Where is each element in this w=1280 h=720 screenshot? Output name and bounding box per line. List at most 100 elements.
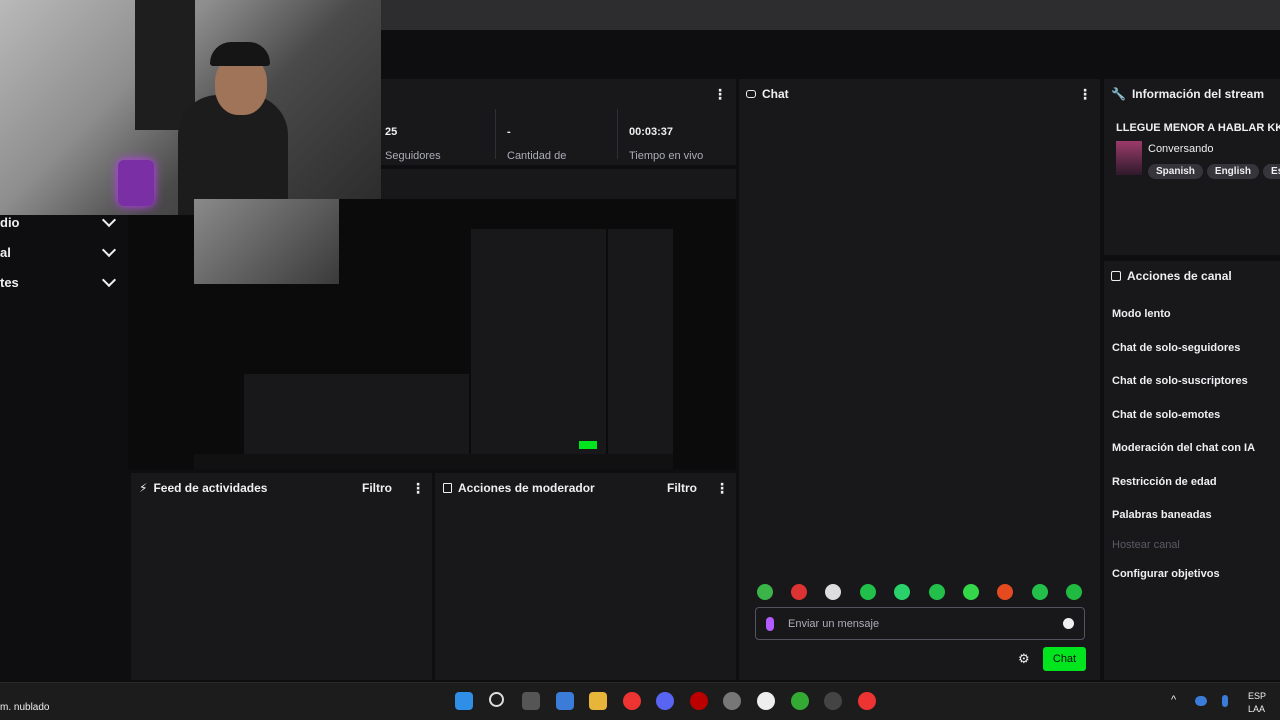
activity-feed-title: Feed de actividades [153,481,268,495]
more-options-icon[interactable]: ⋮ [411,481,425,495]
emote-icon[interactable] [929,584,945,600]
chat-header: Chat [746,87,789,101]
nested-webcam [194,199,339,284]
chrome-icon[interactable] [623,692,641,710]
sidebar-item-label: dio [0,214,20,230]
preview-margin [128,215,194,469]
windows-icon[interactable] [455,692,473,710]
stream-preview-header [381,169,736,199]
chat-input[interactable]: Enviar un mensaje [755,607,1085,640]
channel-actions-panel: Acciones de canal [1104,261,1280,680]
mod-filter-button[interactable]: Filtro [667,481,697,495]
microphone [118,160,154,206]
emote-icon[interactable] [791,584,807,600]
folder-icon[interactable] [589,692,607,710]
lang-indicator-top[interactable]: ESP [1248,691,1266,701]
emote-icon[interactable] [757,584,773,600]
chrome-icon[interactable] [858,692,876,710]
record-icon[interactable] [690,692,708,710]
stream-info-header: 🔧 Información del stream [1111,87,1264,101]
nested-actions [608,229,673,454]
cap [210,42,270,66]
sidebar-item-2[interactable]: al [0,240,128,264]
tag[interactable]: English [1206,164,1260,179]
ai-moderation-action[interactable]: Moderación del chat con IA [1112,442,1255,454]
stream-info-title: Información del stream [1131,87,1264,101]
settings-icon[interactable] [723,692,741,710]
weather-label[interactable]: m. nublado [0,702,49,713]
sidebar-item-3[interactable]: tes [0,270,128,294]
channel-actions-header: Acciones de canal [1111,269,1232,283]
category-name[interactable]: Conversando [1148,143,1213,155]
lang-indicator-bottom[interactable]: LAA [1248,704,1265,714]
channel-actions-title: Acciones de canal [1127,269,1232,283]
tag-list: SpanishEnglishEspa [1148,161,1280,179]
host-channel-action: Hostear canal [1112,539,1180,551]
cloud-icon[interactable] [1195,696,1207,706]
microphone-icon[interactable] [766,616,774,631]
emote-icon[interactable] [894,584,910,600]
chrome-icon[interactable] [791,692,809,710]
task-view-icon[interactable] [522,692,540,710]
preview-margin [673,199,736,469]
banned-words-action[interactable]: Palabras baneadas [1112,509,1212,521]
stream-stats-panel: ⋮ 25 Seguidores - Cantidad de 00:03:37 T… [381,79,736,165]
chat-placeholder: Enviar un mensaje [788,617,880,630]
store-icon[interactable] [556,692,574,710]
search-icon[interactable] [489,692,504,707]
nested-chat-button [579,441,597,449]
emote-icon[interactable] [1032,584,1048,600]
age-restriction-action[interactable]: Restricción de edad [1112,476,1217,488]
amount-value: - [507,126,511,138]
mod-actions-panel: Acciones de moderador Filtro ⋮ [435,473,736,680]
emote-icon[interactable] [997,584,1013,600]
chat-title: Chat [762,87,789,101]
chevron-down-icon [101,272,117,287]
amount-label: Cantidad de [507,150,567,162]
settings-icon[interactable]: ⚙ [1018,651,1030,667]
microphone-icon[interactable] [1222,695,1228,707]
stream-preview [194,199,673,469]
subscribers-only-action[interactable]: Chat de solo-suscriptores [1112,375,1248,387]
activity-filter-button[interactable]: Filtro [362,481,392,495]
mod-actions-title: Acciones de moderador [458,481,595,495]
tag[interactable]: Spanish [1148,164,1203,179]
mod-actions-header: Acciones de moderador [443,481,595,495]
emote-icon[interactable] [825,584,841,600]
chevron-down-icon [101,242,117,257]
divider [495,109,496,159]
more-options-icon[interactable]: ⋮ [1078,87,1092,101]
stream-info-panel: 🔧 Información del stream LLEGUE MENOR A … [1104,79,1280,255]
divider [617,109,618,159]
activity-feed-panel: ⚡ Feed de actividades Filtro ⋮ [131,473,432,680]
slow-mode-action[interactable]: Modo lento [1112,308,1171,320]
emote-icon[interactable] [860,584,876,600]
steam-icon[interactable] [824,692,842,710]
more-options-icon[interactable]: ⋮ [713,87,727,101]
tag[interactable]: Espa [1263,164,1280,179]
more-options-icon[interactable]: ⋮ [715,481,729,495]
chat-bubble-icon [746,90,756,98]
discord-icon[interactable] [656,692,674,710]
obs-icon[interactable] [757,692,775,710]
live-time-label: Tiempo en vivo [629,150,704,162]
followers-only-action[interactable]: Chat de solo-seguidores [1112,342,1240,354]
emoji-icon[interactable] [1063,618,1074,629]
stream-title: LLEGUE MENOR A HABLAR KK [1116,122,1280,134]
chevron-up-icon[interactable]: ^ [1171,694,1176,706]
nested-panels [244,374,469,454]
goals-action[interactable]: Configurar objetivos [1112,568,1220,580]
live-time-value: 00:03:37 [629,126,674,138]
emote-icon[interactable] [1066,584,1082,600]
activity-feed-header: ⚡ Feed de actividades [139,481,267,495]
emotes-only-action[interactable]: Chat de solo-emotes [1112,409,1220,421]
sidebar-item-label: tes [0,274,19,290]
emote-icon[interactable] [963,584,979,600]
sidebar-item-label: al [0,244,11,260]
category-thumbnail[interactable] [1116,141,1142,175]
send-chat-button[interactable]: Chat [1043,647,1086,671]
webcam-overlay [0,0,381,215]
followers-label: Seguidores [385,150,441,162]
bolt-icon: ⚡ [139,481,148,495]
followers-value: 25 [385,126,398,138]
